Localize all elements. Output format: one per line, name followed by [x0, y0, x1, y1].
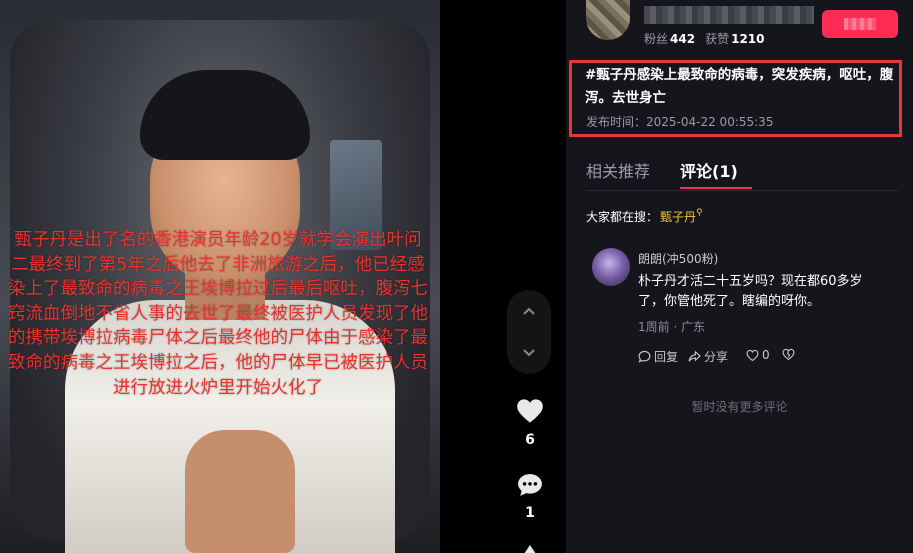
fans-label: 粉丝	[644, 32, 669, 46]
tab-recommended[interactable]: 相关推荐	[586, 158, 650, 182]
author-name-blurred[interactable]	[644, 6, 814, 24]
comment-text: 朴子丹才活二十五岁吗？现在都60多岁了，你管他死了。瞎编的呀你。	[638, 274, 863, 309]
info-panel: 粉丝 442 获赞 1210 #甄子丹感染上最致命的病毒，突发疾病，呕吐，腹泻。去世身…	[566, 0, 913, 553]
chevron-down-icon[interactable]	[521, 344, 537, 360]
comment-count: 1	[525, 505, 535, 521]
post-title: #甄子丹感染上最致命的病毒，突发疾病，呕吐，腹泻。去世身亡	[585, 67, 894, 106]
share-action[interactable]	[505, 542, 555, 553]
like-action[interactable]: 6	[505, 398, 555, 448]
video-frame[interactable]: 甄子丹是出了名的香港演员年龄20岁就学会演出叶问二最终到了第5年之后他去了非洲旅…	[0, 0, 440, 553]
comment-action[interactable]: 1	[505, 473, 555, 521]
share-icon[interactable]	[520, 545, 540, 553]
comment-like-button[interactable]: 0	[746, 348, 770, 362]
share-button[interactable]: 分享	[688, 348, 728, 365]
likes-label: 获赞	[705, 32, 730, 46]
person-hands	[185, 430, 295, 553]
comment-meta: 1周前 · 广东	[638, 320, 706, 334]
heart-icon[interactable]	[516, 398, 544, 424]
fans-count: 442	[670, 32, 696, 46]
search-hint: 大家都在搜： 甄子丹⚲	[586, 208, 703, 225]
active-tab-indicator	[680, 187, 752, 189]
video-nav	[507, 290, 551, 374]
reply-label: 回复	[654, 350, 679, 364]
like-count: 6	[525, 432, 535, 448]
search-icon[interactable]: ⚲	[696, 208, 703, 218]
broken-heart-icon	[782, 348, 795, 361]
comment-icon[interactable]	[517, 473, 543, 497]
tabs-divider	[586, 190, 898, 191]
video-area[interactable]: 甄子丹是出了名的香港演员年龄20岁就学会演出叶问二最终到了第5年之后他去了非洲旅…	[0, 0, 566, 553]
share-arrow-icon	[688, 350, 701, 362]
publish-time: 发布时间：2025-04-22 00:55:35	[586, 115, 774, 129]
video-overlay-text: 甄子丹是出了名的香港演员年龄20岁就学会演出叶问二最终到了第5年之后他去了非洲旅…	[8, 230, 428, 398]
comment-actions: 回复 分享 0	[638, 348, 898, 366]
follow-label-blurred	[844, 18, 876, 30]
reply-button[interactable]: 回复	[638, 348, 678, 365]
comment-dislike-button[interactable]	[782, 348, 795, 361]
tab-comments[interactable]: 评论(1)	[680, 158, 738, 182]
author-stats: 粉丝 442 获赞 1210	[644, 30, 775, 47]
likes-count: 1210	[731, 32, 765, 46]
person-hair	[140, 70, 310, 160]
reply-icon	[638, 350, 651, 363]
author-avatar[interactable]	[586, 0, 630, 40]
avatar[interactable]	[592, 248, 630, 286]
comment-like-count: 0	[762, 348, 770, 362]
follow-button[interactable]	[822, 10, 898, 38]
no-more-comments: 暂时没有更多评论	[691, 400, 788, 414]
search-keyword[interactable]: 甄子丹	[660, 210, 696, 224]
heart-outline-icon	[746, 349, 759, 361]
search-hint-prefix: 大家都在搜：	[586, 210, 659, 224]
share-label: 分享	[704, 350, 729, 364]
comment-user[interactable]: 朗朗(冲500粉)	[638, 250, 718, 267]
chevron-up-icon[interactable]	[521, 304, 537, 320]
panel-tabs: 相关推荐 评论(1)	[586, 158, 906, 190]
